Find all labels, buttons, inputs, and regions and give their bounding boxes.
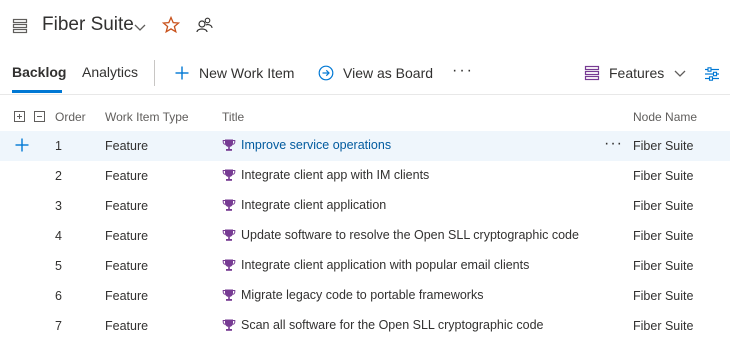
backlog-level-select[interactable]: Features [584, 62, 687, 84]
node-cell: Fiber Suite [633, 319, 694, 333]
arrow-circle-icon [318, 65, 334, 81]
order-cell: 7 [55, 319, 62, 333]
add-child-icon[interactable] [14, 137, 30, 153]
view-as-board-label: View as Board [343, 65, 434, 81]
type-cell: Feature [105, 199, 149, 213]
trophy-icon [222, 289, 236, 301]
node-cell: Fiber Suite [633, 259, 694, 273]
order-cell: 1 [55, 139, 62, 153]
trophy-icon [222, 229, 236, 241]
toolbar: Backlog Analytics New Work Item View as … [0, 52, 730, 95]
order-cell: 6 [55, 289, 62, 303]
title-cell[interactable]: Scan all software for the Open SLL crypt… [222, 318, 543, 332]
new-work-item-label: New Work Item [199, 65, 295, 81]
node-cell: Fiber Suite [633, 229, 694, 243]
column-header-type[interactable]: Work Item Type [105, 110, 189, 124]
title-link[interactable]: Integrate client application with popula… [241, 258, 529, 272]
order-cell: 5 [55, 259, 62, 273]
chevron-down-icon[interactable] [133, 20, 147, 34]
board-icon [12, 18, 28, 34]
title-link[interactable]: Integrate client application [241, 198, 386, 212]
title-link[interactable]: Migrate legacy code to portable framewor… [241, 288, 483, 302]
node-cell: Fiber Suite [633, 199, 694, 213]
type-cell: Feature [105, 139, 149, 153]
type-cell: Feature [105, 229, 149, 243]
title-link[interactable]: Update software to resolve the Open SLL … [241, 228, 579, 242]
trophy-icon [222, 169, 236, 181]
table-row[interactable]: 7 Feature Scan all software for the Open S… [0, 311, 730, 341]
active-tab-indicator [12, 90, 62, 93]
table-row[interactable]: 6 Feature Migrate legacy code to portable … [0, 281, 730, 311]
title-link[interactable]: Scan all software for the Open SLL crypt… [241, 318, 543, 332]
node-cell: Fiber Suite [633, 289, 694, 303]
plus-icon [175, 66, 189, 80]
view-options-icon[interactable] [704, 66, 720, 82]
tab-analytics[interactable]: Analytics [82, 64, 138, 80]
title-cell[interactable]: Integrate client application [222, 198, 386, 212]
page-header: Fiber Suite [0, 0, 730, 52]
title-cell[interactable]: Update software to resolve the Open SLL … [222, 228, 579, 242]
new-work-item-button[interactable]: New Work Item [174, 62, 294, 84]
title-cell[interactable]: Integrate client application with popula… [222, 258, 529, 272]
node-cell: Fiber Suite [633, 139, 694, 153]
type-cell: Feature [105, 169, 149, 183]
node-cell: Fiber Suite [633, 169, 694, 183]
table-row[interactable]: 5 Feature Integrate client application wit… [0, 251, 730, 281]
star-icon[interactable] [162, 16, 180, 34]
trophy-icon [222, 259, 236, 271]
order-cell: 2 [55, 169, 62, 183]
page-title[interactable]: Fiber Suite [42, 14, 134, 36]
trophy-icon [222, 319, 236, 331]
expand-all-icon[interactable] [14, 111, 25, 122]
column-header-title[interactable]: Title [222, 110, 244, 124]
collapse-all-icon[interactable] [34, 111, 45, 122]
trophy-icon [222, 199, 236, 211]
type-cell: Feature [105, 259, 149, 273]
title-cell[interactable]: Integrate client app with IM clients [222, 168, 429, 182]
trophy-icon [222, 139, 236, 151]
team-icon[interactable] [195, 16, 213, 34]
title-cell[interactable]: Migrate legacy code to portable framewor… [222, 288, 483, 302]
column-header-order[interactable]: Order [55, 110, 86, 124]
chevron-down-icon [674, 70, 686, 77]
order-cell: 4 [55, 229, 62, 243]
table-row[interactable]: 4 Feature Update software to resolve the O… [0, 221, 730, 251]
column-header-node[interactable]: Node Name [633, 110, 697, 124]
type-cell: Feature [105, 289, 149, 303]
row-more-button[interactable]: ··· [604, 135, 623, 153]
title-cell[interactable]: Improve service operations [222, 138, 391, 152]
view-as-board-button[interactable]: View as Board [318, 62, 433, 84]
title-link[interactable]: Integrate client app with IM clients [241, 168, 429, 182]
table-row[interactable]: 3 Feature Integrate client application Fibe… [0, 191, 730, 221]
table-row[interactable]: 1 Feature Improve service operations ··· Fib… [0, 131, 730, 161]
order-cell: 3 [55, 199, 62, 213]
table-row[interactable]: 2 Feature Integrate client app with IM cli… [0, 161, 730, 191]
tab-backlog[interactable]: Backlog [12, 64, 66, 80]
type-cell: Feature [105, 319, 149, 333]
more-actions-button[interactable]: ··· [452, 62, 474, 80]
backlog-level-label: Features [609, 65, 665, 81]
toolbar-divider [154, 60, 155, 86]
backlog-level-icon [584, 65, 600, 81]
title-link[interactable]: Improve service operations [241, 138, 391, 152]
